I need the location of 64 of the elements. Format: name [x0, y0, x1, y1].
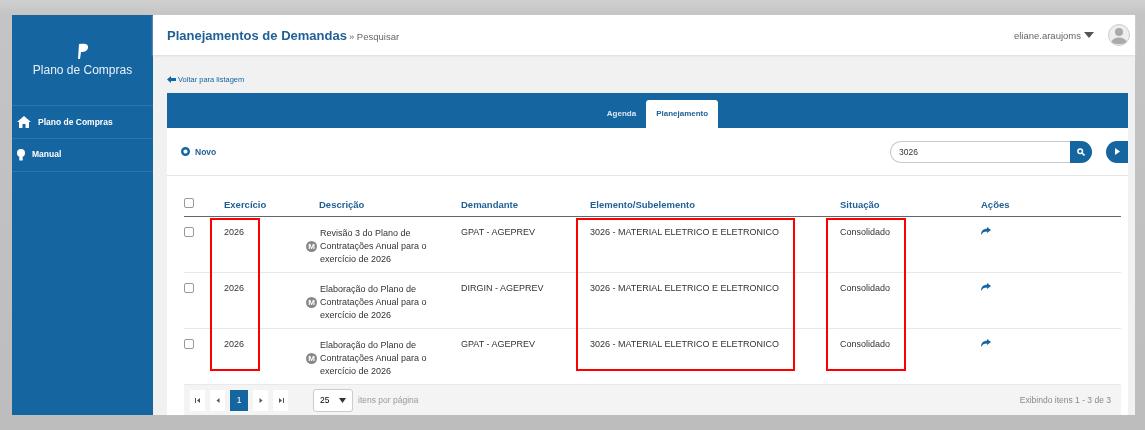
table-cell-text: Elaboração do Plano de Contratações Anual para o exercício de 2026 — [320, 339, 428, 378]
column-header[interactable]: Situação — [840, 198, 880, 210]
search-field[interactable]: 3026 — [890, 140, 1070, 163]
caret-icon — [1084, 32, 1094, 38]
status-badge: M — [306, 353, 317, 364]
table-cell: 2026 — [224, 283, 245, 293]
table-cell: 2026 — [224, 227, 245, 237]
lightbulb-icon — [17, 149, 25, 161]
share-arrow-icon — [981, 283, 991, 291]
table-cell: 3026 - MATERIAL ELETRICO E ELETRONICO — [590, 227, 780, 237]
app-name: Plano de Compras — [32, 63, 133, 77]
column-header[interactable]: Exercício — [224, 198, 267, 210]
search-icon — [1077, 147, 1085, 156]
breadcrumb: » Pesquisar — [348, 31, 400, 42]
table-cell: 2026 — [224, 339, 245, 349]
table-cell: Consolidado — [840, 283, 891, 293]
tab[interactable]: Planejamento — [646, 100, 719, 128]
arrow-left-icon — [167, 76, 176, 83]
row-checkbox[interactable] — [184, 339, 194, 349]
sidebar-item[interactable]: Manual — [12, 139, 153, 172]
play-icon — [1114, 148, 1120, 155]
circle-icon — [181, 147, 190, 156]
column-header[interactable]: Ações — [981, 198, 1010, 210]
row-checkbox[interactable] — [184, 283, 194, 293]
share-arrow-icon — [981, 339, 991, 347]
table-cell: 3026 - MATERIAL ELETRICO E ELETRONICO — [590, 339, 780, 349]
page-size-label: itens por página — [358, 395, 419, 405]
first-page-button[interactable] — [190, 389, 205, 411]
first-page-icon — [193, 396, 202, 404]
status-badge: M — [306, 241, 317, 252]
new-button[interactable]: Novo — [181, 146, 217, 157]
search-button[interactable] — [1070, 140, 1092, 163]
select-all-checkbox[interactable] — [184, 198, 194, 208]
caret-icon — [339, 397, 346, 403]
table-cell: 3026 - MATERIAL ELETRICO E ELETRONICO — [590, 283, 780, 293]
column-header[interactable]: Descrição — [319, 198, 365, 210]
column-header[interactable]: Demandante — [461, 198, 518, 210]
tab[interactable]: Agenda — [596, 100, 647, 128]
sidebar-item[interactable]: Plano de Compras — [12, 106, 153, 139]
row-checkbox[interactable] — [184, 227, 194, 237]
table-cell: GPAT - AGEPREV — [461, 339, 536, 349]
home-icon — [17, 116, 31, 128]
user-menu[interactable]: eliane.araujoms — [1013, 29, 1094, 41]
share-button[interactable] — [981, 283, 991, 293]
table-cell: Consolidado — [840, 339, 891, 349]
avatar-icon — [1108, 24, 1130, 46]
table-cell: Consolidado — [840, 227, 891, 237]
status-badge: M — [306, 297, 317, 308]
last-page-icon — [276, 396, 285, 404]
page-button[interactable]: 1 — [230, 389, 248, 411]
items-summary: Exibindo itens 1 - 3 de 3 — [1019, 395, 1111, 405]
share-button[interactable] — [981, 227, 991, 237]
table-cell-text: Elaboração do Plano de Contratações Anual para o exercício de 2026 — [320, 283, 428, 322]
table-cell: DIRGIN - AGEPREV — [461, 283, 544, 293]
column-header[interactable]: Elemento/Subelemento — [590, 198, 696, 210]
table-cell: GPAT - AGEPREV — [461, 227, 536, 237]
table-cell-text: Revisão 3 do Plano de Contratações Anual para o exercício de 2026 — [320, 227, 428, 266]
last-page-button[interactable] — [273, 389, 288, 411]
share-arrow-icon — [981, 227, 991, 235]
previous-page-icon — [213, 396, 222, 404]
page-title: Planejamentos de Demandas — [167, 28, 347, 43]
share-button[interactable] — [981, 339, 991, 349]
page-size-dropdown[interactable]: 25 — [313, 388, 353, 412]
next-button[interactable] — [1106, 140, 1128, 163]
